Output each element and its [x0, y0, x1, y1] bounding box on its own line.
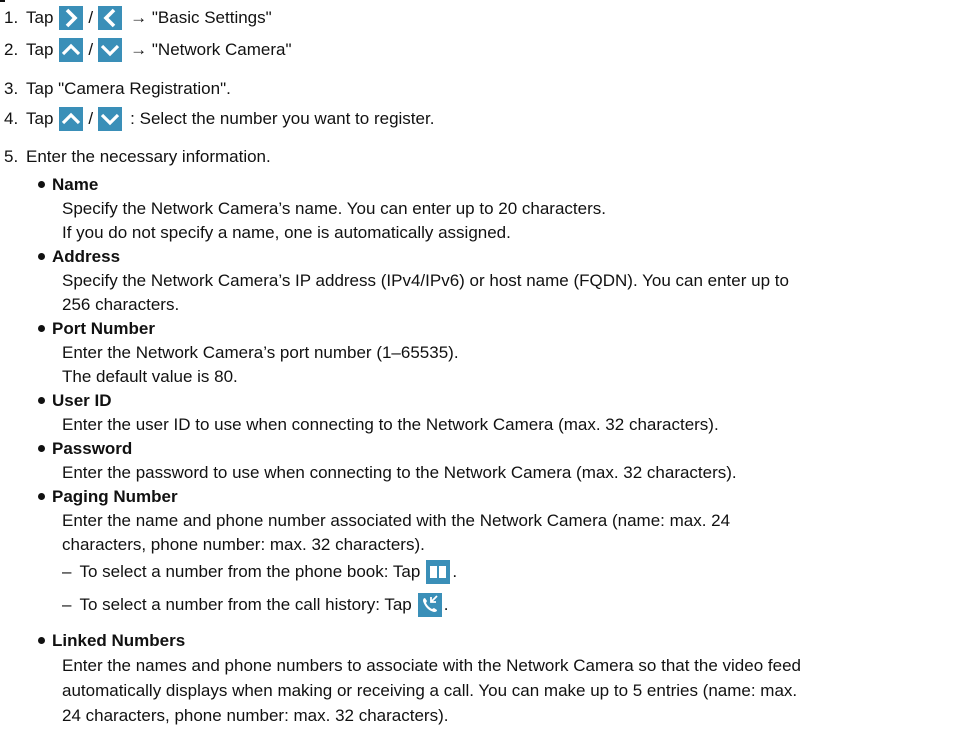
field-title: Name [52, 175, 99, 194]
paging-sub-callhistory: – To select a number from the call histo… [62, 593, 448, 617]
bullet-icon [38, 253, 45, 261]
step-text-pre: Tap [26, 40, 54, 59]
field-port-heading: Port Number [38, 318, 155, 340]
field-address-desc-2: 256 characters. [62, 295, 180, 314]
step-number: 4. [4, 109, 19, 128]
step-5: 5. Enter the necessary information. [4, 146, 271, 168]
field-linked-desc-1: Enter the names and phone numbers to ass… [62, 656, 801, 675]
slash-separator: / [88, 8, 94, 27]
cut-heading-remnant [0, 0, 200, 2]
chevron-left-icon [98, 6, 123, 30]
step-2: 2. Tap / → "Network Camera" [4, 38, 291, 62]
field-user-id-desc-1: Enter the user ID to use when connecting… [62, 415, 719, 434]
chevron-down-icon [98, 38, 123, 62]
field-linked-desc-3: 24 characters, phone number: max. 32 cha… [62, 706, 449, 725]
field-user-id-heading: User ID [38, 390, 112, 412]
document-page: 1. Tap / → "Basic Settings" 2. Tap / → "… [0, 0, 972, 755]
field-address-heading: Address [38, 246, 120, 268]
bullet-icon [38, 445, 45, 453]
sub-text: To select a number from the call history… [79, 595, 412, 614]
dash: – [62, 562, 72, 581]
step-3: 3. Tap "Camera Registration". [4, 78, 231, 100]
dash: – [62, 595, 72, 614]
bullet-icon [38, 397, 45, 405]
step-1: 1. Tap / → "Basic Settings" [4, 6, 272, 30]
chevron-down-icon [98, 107, 123, 131]
call-history-icon [417, 593, 442, 617]
bullet-icon [38, 325, 45, 333]
field-password-heading: Password [38, 438, 132, 460]
field-title: User ID [52, 391, 112, 410]
field-title: Password [52, 439, 133, 458]
field-port-desc-2: The default value is 80. [62, 367, 238, 386]
step-number: 5. [4, 147, 19, 166]
step-text-post: → "Network Camera" [130, 40, 292, 59]
bullet-icon [38, 181, 45, 189]
field-title: Paging Number [52, 487, 178, 506]
field-title: Linked Numbers [52, 631, 186, 650]
sub-text: To select a number from the phone book: … [79, 562, 421, 581]
field-title: Port Number [52, 319, 155, 338]
step-text: Tap "Camera Registration". [26, 79, 231, 98]
sub-end: . [452, 562, 458, 581]
field-name-desc-2: If you do not specify a name, one is aut… [62, 223, 511, 242]
step-text-pre: Tap [26, 8, 54, 27]
sub-end: . [443, 595, 449, 614]
field-paging-heading: Paging Number [38, 486, 178, 508]
slash-separator: / [88, 40, 94, 59]
field-paging-desc-2: characters, phone number: max. 32 charac… [62, 535, 425, 554]
field-linked-heading: Linked Numbers [38, 630, 185, 652]
bullet-icon [38, 637, 45, 645]
step-text-pre: Tap [26, 109, 54, 128]
step-4: 4. Tap / : Select the number you want to… [4, 107, 434, 131]
step-text: Enter the necessary information. [26, 147, 271, 166]
paging-sub-phonebook: – To select a number from the phone book… [62, 560, 457, 584]
chevron-up-icon [59, 107, 84, 131]
chevron-up-icon [59, 38, 84, 62]
step-number: 1. [4, 8, 19, 27]
slash-separator: / [88, 109, 94, 128]
field-linked-desc-2: automatically displays when making or re… [62, 681, 798, 700]
step-number: 2. [4, 40, 19, 59]
field-title: Address [52, 247, 121, 266]
step-text-post: → "Basic Settings" [130, 8, 272, 27]
field-port-desc-1: Enter the Network Camera’s port number (… [62, 343, 459, 362]
field-password-desc-1: Enter the password to use when connectin… [62, 463, 737, 482]
step-text-post: : Select the number you want to register… [130, 109, 435, 128]
field-address-desc-1: Specify the Network Camera’s IP address … [62, 271, 789, 290]
bullet-icon [38, 493, 45, 501]
chevron-right-icon [59, 6, 84, 30]
phone-book-icon [426, 560, 451, 584]
step-number: 3. [4, 79, 19, 98]
field-name-heading: Name [38, 174, 98, 196]
field-paging-desc-1: Enter the name and phone number associat… [62, 511, 731, 530]
field-name-desc-1: Specify the Network Camera’s name. You c… [62, 199, 606, 218]
